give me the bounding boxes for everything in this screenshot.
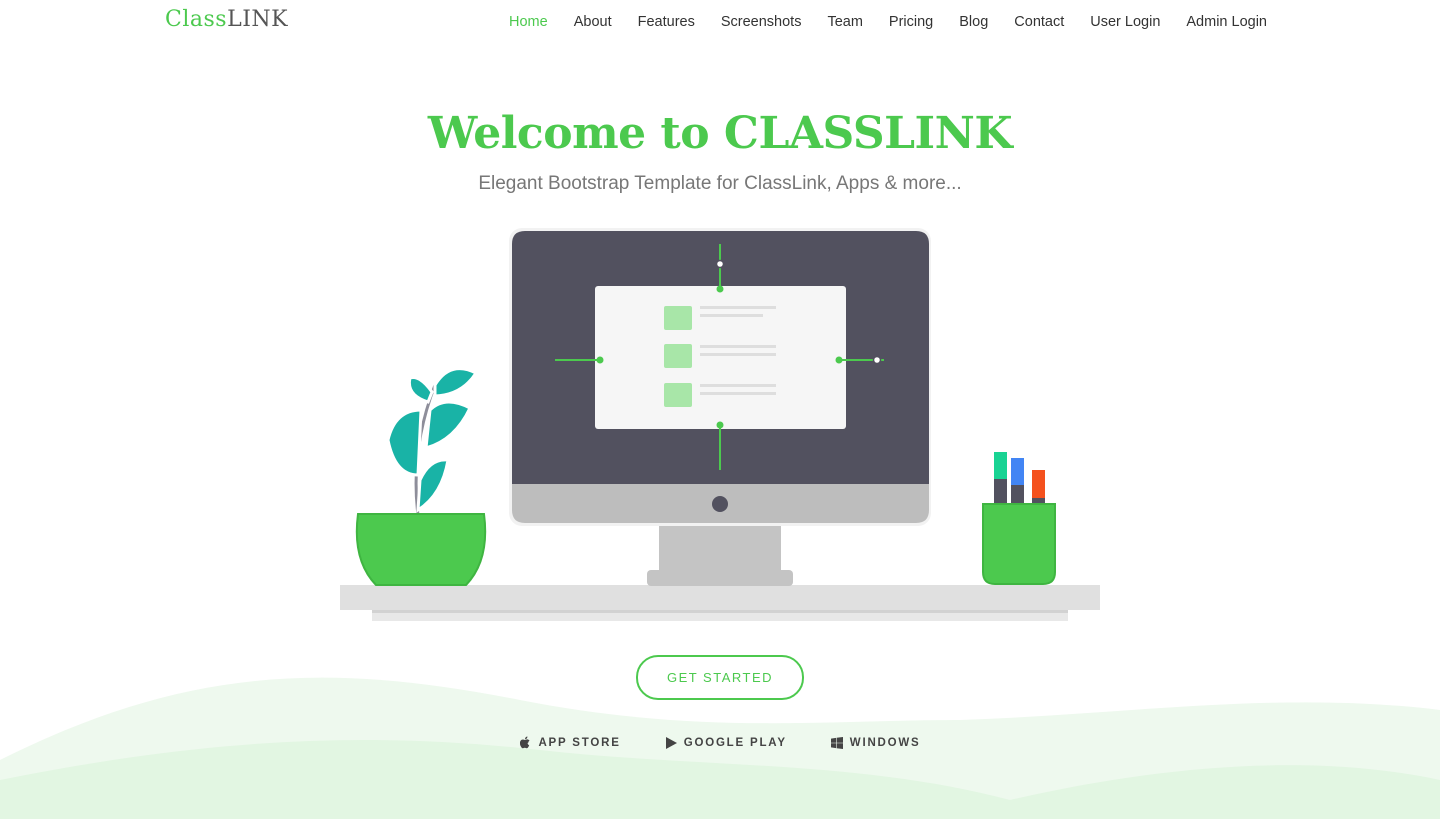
pen-cup [982,452,1056,585]
landing-page: ClassLINK Home About Features Screenshot… [0,0,1440,819]
monitor-neck [659,522,781,572]
desk-top [340,585,1100,610]
leaf-4 [416,458,450,513]
list-thumb-1 [664,306,692,330]
google-play-label: GOOGLE PLAY [683,736,787,749]
handle-ring-right [872,355,882,365]
list-line-3a [700,384,776,387]
leaf-2 [424,400,472,451]
handle-ring-top [715,259,725,269]
windows-link[interactable]: WINDOWS [831,736,921,749]
monitor-base [647,570,793,586]
google-play-link[interactable]: GOOGLE PLAY [665,736,787,749]
list-line-1a [700,306,776,309]
plant [355,367,487,586]
get-started-button[interactable]: GET STARTED [636,655,804,700]
windows-label: WINDOWS [849,736,921,749]
store-links: APP STORE GOOGLE PLAY WINDOWS [0,736,1440,749]
app-store-link[interactable]: APP STORE [519,736,620,749]
cup-body [982,503,1056,585]
list-line-2a [700,345,776,348]
list-line-2b [700,353,776,356]
pen-green-cap [994,452,1007,479]
list-line-1b [700,314,763,317]
plant-pot [355,513,487,586]
pen-red-cap [1032,470,1045,498]
leaf-3 [386,408,423,477]
monitor-power-button [712,496,728,512]
list-thumb-2 [664,344,692,368]
list-line-3b [700,392,776,395]
desk-edge [372,610,1068,613]
list-thumb-3 [664,383,692,407]
apple-icon [519,736,532,749]
play-icon [665,736,678,749]
leaf-5 [407,376,434,404]
leaf-1 [433,367,479,398]
pen-blue-cap [1011,458,1024,485]
windows-icon [831,736,844,749]
app-store-label: APP STORE [538,736,621,749]
